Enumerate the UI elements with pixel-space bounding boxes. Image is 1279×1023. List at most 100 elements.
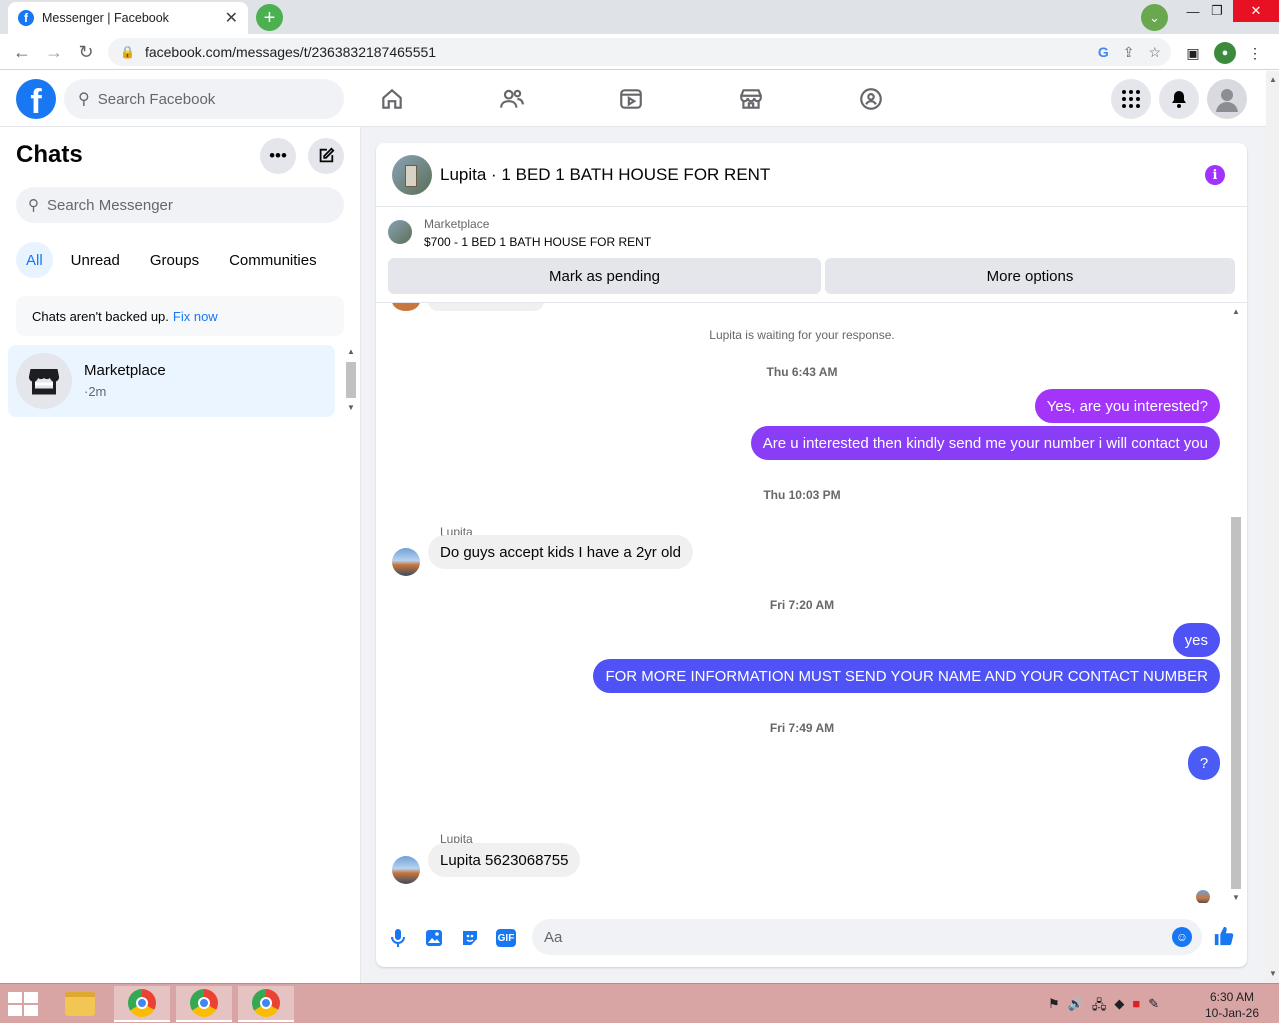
message-input[interactable]: Aa ☺: [532, 919, 1202, 955]
chat-filters: All Unread Groups Communities: [16, 242, 329, 278]
new-message-icon[interactable]: [308, 138, 344, 174]
info-icon[interactable]: i: [1205, 165, 1225, 185]
marketplace-label: Marketplace: [424, 217, 490, 231]
google-lens-icon[interactable]: G: [1098, 44, 1109, 61]
message-bubble-partial: [428, 303, 544, 311]
listing-thumbnail[interactable]: [388, 220, 412, 244]
chrome-taskbar-icon[interactable]: [114, 986, 170, 1022]
microphone-icon[interactable]: [387, 927, 409, 949]
composer-placeholder: Aa: [544, 928, 563, 946]
tab-close-icon[interactable]: ✕: [225, 8, 238, 28]
tab-search-icon[interactable]: ⌄: [1141, 4, 1168, 31]
address-bar[interactable]: 🔒 facebook.com/messages/t/23638321874655…: [108, 38, 1171, 66]
scroll-thumb[interactable]: [1231, 517, 1241, 889]
scroll-thumb[interactable]: [346, 362, 356, 398]
more-options-button[interactable]: More options: [825, 258, 1235, 294]
search-placeholder: Search Facebook: [97, 90, 216, 108]
app-tray-icon[interactable]: ◆: [1114, 996, 1124, 1018]
anydesk-icon[interactable]: ■: [1132, 996, 1140, 1018]
message-bubble-outgoing[interactable]: ?: [1188, 746, 1220, 780]
message-bubble-outgoing[interactable]: yes: [1172, 623, 1220, 657]
messenger-search-input[interactable]: ⚲ Search Messenger: [16, 187, 344, 223]
chat-list-scrollbar[interactable]: ▲ ▼: [345, 347, 357, 415]
filter-groups[interactable]: Groups: [138, 242, 211, 278]
message-bubble-incoming[interactable]: Lupita 5623068755: [428, 843, 581, 877]
network-icon[interactable]: 🖧: [1092, 996, 1107, 1018]
facebook-logo[interactable]: f: [16, 79, 56, 119]
chrome-menu-icon[interactable]: ⋮: [1244, 42, 1266, 64]
pen-icon[interactable]: ✎: [1148, 996, 1159, 1018]
chrome-taskbar-icon[interactable]: [176, 986, 232, 1022]
photo-gallery-icon[interactable]: [423, 927, 445, 949]
window-close-button[interactable]: ✕: [1233, 0, 1279, 22]
filter-all[interactable]: All: [16, 242, 53, 278]
watch-icon[interactable]: [613, 81, 649, 117]
mark-as-pending-button[interactable]: Mark as pending: [388, 258, 821, 294]
fix-now-link[interactable]: Fix now: [173, 309, 218, 324]
scroll-up-icon[interactable]: ▲: [347, 347, 355, 356]
message-bubble-outgoing[interactable]: Yes, are you interested?: [1034, 389, 1220, 423]
back-arrow-icon[interactable]: ←: [10, 40, 34, 64]
browser-tab[interactable]: f Messenger | Facebook ✕: [8, 2, 248, 34]
filter-unread[interactable]: Unread: [59, 242, 132, 278]
groups-icon[interactable]: [853, 81, 889, 117]
side-panel-icon[interactable]: ▣: [1182, 42, 1204, 64]
message-scrollbar[interactable]: ▲ ▼: [1228, 305, 1244, 903]
taskbar-clock[interactable]: 6:30 AM 10-Jan-26: [1200, 989, 1264, 1021]
home-icon[interactable]: [374, 81, 410, 117]
more-options-icon[interactable]: •••: [260, 138, 296, 174]
chat-time: ·2m: [84, 384, 107, 399]
menu-grid-icon[interactable]: [1111, 79, 1151, 119]
scroll-down-icon[interactable]: ▼: [347, 403, 355, 412]
scroll-up-icon[interactable]: ▲: [1232, 307, 1240, 316]
account-avatar[interactable]: [1207, 79, 1247, 119]
forward-arrow-icon[interactable]: →: [42, 40, 66, 64]
sticker-icon[interactable]: [459, 927, 481, 949]
lupita-avatar[interactable]: [392, 548, 420, 576]
facebook-search-input[interactable]: ⚲ Search Facebook: [64, 79, 344, 119]
message-bubble-outgoing[interactable]: FOR MORE INFORMATION MUST SEND YOUR NAME…: [593, 659, 1220, 693]
lupita-avatar[interactable]: [392, 856, 420, 884]
share-icon[interactable]: ⇪: [1123, 44, 1135, 61]
system-note: Lupita is waiting for your response.: [709, 328, 895, 342]
notifications-bell-icon[interactable]: [1159, 79, 1199, 119]
profile-avatar-icon[interactable]: ●: [1214, 42, 1236, 64]
scroll-down-icon[interactable]: ▼: [1269, 969, 1277, 978]
tab-title: Messenger | Facebook: [42, 11, 169, 25]
filter-communities[interactable]: Communities: [217, 242, 329, 278]
system-tray: ⚑ 🔊 🖧 ◆ ■ ✎: [1048, 996, 1159, 1018]
volume-icon[interactable]: 🔊: [1068, 996, 1084, 1018]
flag-icon[interactable]: ⚑: [1048, 996, 1060, 1018]
conversation-header: Lupita · 1 BED 1 BATH HOUSE FOR RENT i: [376, 143, 1247, 207]
conversation-title[interactable]: Lupita · 1 BED 1 BATH HOUSE FOR RENT: [440, 165, 770, 185]
message-bubble-incoming[interactable]: Do guys accept kids I have a 2yr old: [428, 535, 693, 569]
clock-time: 6:30 AM: [1209, 990, 1255, 1004]
facebook-header: f ⚲ Search Facebook: [0, 71, 1279, 127]
emoji-icon[interactable]: ☺: [1172, 927, 1192, 947]
chrome-taskbar-icon[interactable]: [238, 986, 294, 1022]
marketplace-listing-bar: Marketplace $700 - 1 BED 1 BATH HOUSE FO…: [376, 208, 1247, 303]
page-scrollbar[interactable]: ▲ ▼: [1266, 71, 1279, 983]
clock-date: 10-Jan-26: [1204, 1006, 1260, 1020]
message-bubble-outgoing[interactable]: Are u interested then kindly send me you…: [750, 426, 1220, 460]
marketplace-icon[interactable]: [733, 81, 769, 117]
timestamp: Fri 7:20 AM: [769, 598, 835, 612]
file-explorer-icon[interactable]: [52, 986, 108, 1022]
window-restore-button[interactable]: ❐: [1200, 0, 1234, 22]
bookmark-star-icon[interactable]: ☆: [1148, 44, 1161, 61]
gif-icon[interactable]: GIF: [495, 927, 517, 949]
reload-icon[interactable]: ↻: [74, 40, 98, 64]
windows-start-icon[interactable]: [8, 992, 38, 1016]
gif-label: GIF: [496, 929, 516, 947]
scroll-down-icon[interactable]: ▼: [1232, 893, 1240, 902]
new-tab-button[interactable]: +: [256, 4, 283, 31]
avatar: [392, 303, 420, 311]
contact-avatar[interactable]: [392, 155, 432, 195]
browser-toolbar: ← → ↻ 🔒 facebook.com/messages/t/23638321…: [0, 34, 1279, 70]
friends-icon[interactable]: [494, 81, 530, 117]
scroll-up-icon[interactable]: ▲: [1269, 75, 1277, 84]
thumbs-up-icon[interactable]: [1213, 925, 1235, 947]
listing-title[interactable]: $700 - 1 BED 1 BATH HOUSE FOR RENT: [424, 235, 651, 249]
chat-list-item-marketplace[interactable]: Marketplace ·2m: [8, 345, 335, 417]
search-icon: ⚲: [28, 197, 39, 214]
